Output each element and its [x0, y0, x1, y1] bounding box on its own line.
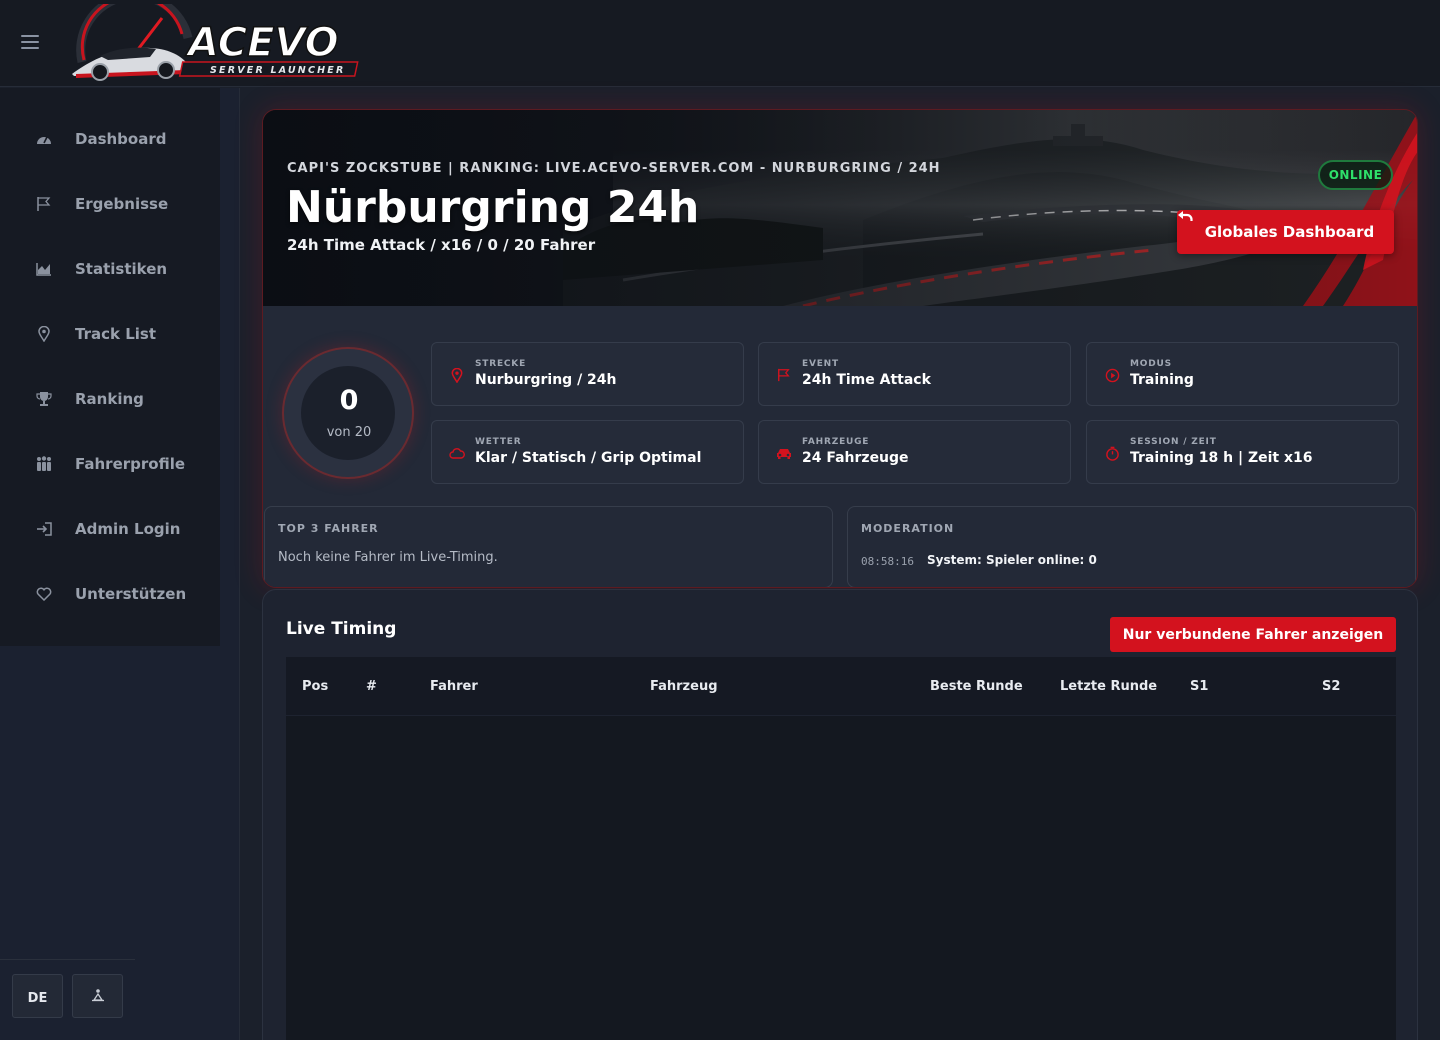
- global-dashboard-button[interactable]: Globales Dashboard: [1177, 210, 1394, 254]
- tile-value: Training 18 h | Zeit x16: [1130, 450, 1313, 466]
- tile-label: WETTER: [475, 437, 522, 447]
- column-header-s2[interactable]: S2: [1322, 679, 1340, 694]
- moderation-card: MODERATION 08:58:16 System: Spieler onli…: [847, 506, 1416, 587]
- sidebar-item-label: Ergebnisse: [75, 195, 169, 213]
- play-circle-icon: [1103, 366, 1121, 384]
- column-header-s1[interactable]: S1: [1190, 679, 1208, 694]
- language-button[interactable]: DE: [12, 974, 63, 1018]
- tile-value: Nurburgring / 24h: [475, 372, 617, 388]
- tile-label: FAHRZEUGE: [802, 437, 870, 447]
- player-count-gauge: 0 von 20: [282, 347, 414, 479]
- info-tile-event: EVENT 24h Time Attack: [758, 342, 1071, 406]
- person-icon: [91, 987, 105, 1006]
- sidebar-item-label: Statistiken: [75, 260, 168, 278]
- live-timing-card: Live Timing Nur verbundene Fahrer anzeig…: [262, 589, 1418, 1040]
- table-header: Pos # Fahrer Fahrzeug Beste Runde Letzte…: [286, 657, 1396, 716]
- sidebar-item-ranking[interactable]: Ranking: [0, 374, 220, 424]
- hero-subtitle: CAPI'S ZOCKSTUBE | RANKING: LIVE.ACEVO-S…: [287, 161, 941, 176]
- sidebar-item-label: Unterstützen: [75, 585, 187, 603]
- stopwatch-icon: [1103, 444, 1121, 462]
- column-header-best-lap[interactable]: Beste Runde: [930, 679, 1023, 694]
- hero-details: 24h Time Attack / x16 / 0 / 20 Fahrer: [287, 236, 596, 254]
- flag-icon: [775, 366, 793, 384]
- logo-text: ACEVO: [185, 20, 339, 66]
- hamburger-menu-icon[interactable]: [21, 35, 39, 49]
- column-header-number[interactable]: #: [366, 679, 377, 694]
- acevo-logo[interactable]: ACEVO SERVER LAUNCHER: [70, 0, 375, 82]
- sidebar-item-ergebnisse[interactable]: Ergebnisse: [0, 179, 220, 229]
- sidebar-item-label: Admin Login: [75, 520, 181, 538]
- sidebar-nav: Dashboard Ergebnisse Statistiken Track L…: [0, 88, 220, 646]
- cloud-icon: [448, 444, 466, 462]
- map-pin-icon: [448, 366, 466, 384]
- info-tile-strecke: STRECKE Nurburgring / 24h: [431, 342, 744, 406]
- sidebar-item-track-list[interactable]: Track List: [0, 309, 220, 359]
- track-banner-image: CAPI'S ZOCKSTUBE | RANKING: LIVE.ACEVO-S…: [263, 110, 1417, 306]
- info-tile-wetter: WETTER Klar / Statisch / Grip Optimal: [431, 420, 744, 484]
- live-timing-table: Pos # Fahrer Fahrzeug Beste Runde Letzte…: [286, 657, 1396, 1040]
- map-pin-icon: [35, 325, 53, 343]
- tile-value: Training: [1130, 372, 1194, 388]
- info-tile-modus: MODUS Training: [1086, 342, 1399, 406]
- sidebar-item-label: Ranking: [75, 390, 144, 408]
- gauge-max: von 20: [326, 425, 372, 440]
- sidebar-item-label: Fahrerprofile: [75, 455, 186, 473]
- connected-drivers-filter-button[interactable]: Nur verbundene Fahrer anzeigen: [1110, 617, 1396, 652]
- sidebar-item-fahrerprofile[interactable]: Fahrerprofile: [0, 439, 220, 489]
- flag-icon: [35, 195, 53, 213]
- log-time: 08:58:16: [861, 555, 914, 568]
- tile-label: STRECKE: [475, 359, 527, 369]
- sidebar-item-admin-login[interactable]: Admin Login: [0, 504, 220, 554]
- sidebar-item-unterstuetzen[interactable]: Unterstützen: [0, 569, 220, 619]
- tile-value: 24 Fahrzeuge: [802, 450, 909, 466]
- sidebar-divider: [0, 959, 135, 960]
- tile-label: SESSION / ZEIT: [1130, 437, 1217, 447]
- gauge-icon: [35, 130, 53, 148]
- logo-tagline: SERVER LAUNCHER: [210, 65, 345, 76]
- sign-in-icon: [35, 520, 53, 538]
- sidebar-item-label: Track List: [75, 325, 156, 343]
- theme-toggle-button[interactable]: [72, 974, 123, 1018]
- moderation-title: MODERATION: [861, 522, 955, 535]
- column-header-last-lap[interactable]: Letzte Runde: [1060, 679, 1157, 694]
- trophy-icon: [35, 390, 53, 408]
- gauge-value: 0: [339, 385, 359, 416]
- top-bar: ACEVO SERVER LAUNCHER: [0, 0, 1440, 87]
- column-header-pos[interactable]: Pos: [302, 679, 328, 694]
- tile-label: EVENT: [802, 359, 839, 369]
- column-header-vehicle[interactable]: Fahrzeug: [650, 679, 718, 694]
- server-hero-card: CAPI'S ZOCKSTUBE | RANKING: LIVE.ACEVO-S…: [262, 109, 1418, 588]
- status-badge: ONLINE: [1318, 160, 1393, 190]
- users-icon: [35, 455, 53, 473]
- car-icon: [775, 444, 793, 462]
- tile-label: MODUS: [1130, 359, 1172, 369]
- tile-value: 24h Time Attack: [802, 372, 931, 388]
- info-tile-fahrzeuge: FAHRZEUGE 24 Fahrzeuge: [758, 420, 1071, 484]
- info-tile-session: SESSION / ZEIT Training 18 h | Zeit x16: [1086, 420, 1399, 484]
- top3-empty-text: Noch keine Fahrer im Live-Timing.: [278, 550, 498, 565]
- heart-icon: [35, 585, 53, 603]
- tile-value: Klar / Statisch / Grip Optimal: [475, 450, 702, 466]
- page-title: Nürburgring 24h: [286, 182, 700, 233]
- sidebar-item-label: Dashboard: [75, 130, 167, 148]
- column-header-driver[interactable]: Fahrer: [430, 679, 478, 694]
- top3-title: TOP 3 FAHRER: [278, 522, 379, 535]
- log-text: System: Spieler online: 0: [927, 553, 1097, 567]
- live-timing-title: Live Timing: [286, 619, 397, 639]
- area-chart-icon: [35, 260, 53, 278]
- sidebar-item-dashboard[interactable]: Dashboard: [0, 114, 220, 164]
- top3-drivers-card: TOP 3 FAHRER Noch keine Fahrer im Live-T…: [264, 506, 833, 587]
- global-dashboard-label: Globales Dashboard: [1204, 223, 1375, 241]
- sidebar-item-statistiken[interactable]: Statistiken: [0, 244, 220, 294]
